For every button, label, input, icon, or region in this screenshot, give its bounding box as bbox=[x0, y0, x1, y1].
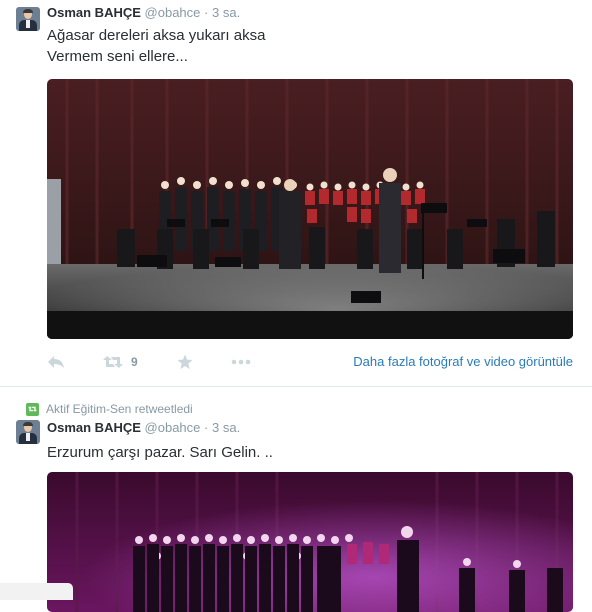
concert-stage-photo[interactable] bbox=[47, 79, 573, 339]
concert-purple-light-photo[interactable] bbox=[47, 472, 573, 612]
author-handle[interactable]: @obahce bbox=[145, 5, 201, 20]
retweet-context-icon bbox=[26, 402, 39, 416]
retweet-count: 9 bbox=[131, 355, 138, 369]
retweet-context: Aktif Eğitim-Sen retweetledi bbox=[26, 402, 193, 416]
tweet-header: Osman BAHÇE @obahce · 3 sa. bbox=[47, 420, 240, 435]
retweet-icon[interactable] bbox=[103, 353, 123, 371]
separator: · bbox=[204, 5, 209, 20]
avatar[interactable] bbox=[16, 7, 40, 31]
overlay-corner bbox=[0, 583, 73, 600]
tweet[interactable]: Osman BAHÇE @obahce · 3 sa. Ağasar derel… bbox=[0, 0, 592, 386]
avatar[interactable] bbox=[16, 420, 40, 444]
separator: · bbox=[204, 420, 209, 435]
author-name[interactable]: Osman BAHÇE bbox=[47, 420, 141, 435]
tweet-text-line: Erzurum çarşı pazar. Sarı Gelin. .. bbox=[47, 444, 273, 461]
tweet-text: Ağasar dereleri aksa yukarı aksa Vermem … bbox=[47, 25, 265, 67]
more-media-link[interactable]: Daha fazla fotoğraf ve video görüntüle bbox=[353, 354, 573, 369]
tweet[interactable]: Aktif Eğitim-Sen retweetledi Osman BAHÇE… bbox=[0, 387, 592, 612]
tweet-header: Osman BAHÇE @obahce · 3 sa. bbox=[47, 5, 240, 20]
tweet-text-line: Ağasar dereleri aksa yukarı aksa bbox=[47, 27, 266, 44]
reply-icon[interactable] bbox=[47, 353, 65, 371]
author-handle[interactable]: @obahce bbox=[145, 420, 201, 435]
star-icon[interactable] bbox=[177, 353, 193, 371]
more-dots-icon[interactable] bbox=[231, 353, 251, 371]
tweet-text: Erzurum çarşı pazar. Sarı Gelin. .. bbox=[47, 442, 273, 463]
timestamp[interactable]: 3 sa. bbox=[212, 420, 240, 435]
timestamp[interactable]: 3 sa. bbox=[212, 5, 240, 20]
retweeted-by-text[interactable]: Aktif Eğitim-Sen retweetledi bbox=[46, 402, 193, 416]
author-name[interactable]: Osman BAHÇE bbox=[47, 5, 141, 20]
tweet-actions: 9 Daha fazla fotoğraf ve video görüntüle bbox=[47, 353, 577, 373]
tweet-text-line: Vermem seni ellere... bbox=[47, 48, 188, 65]
